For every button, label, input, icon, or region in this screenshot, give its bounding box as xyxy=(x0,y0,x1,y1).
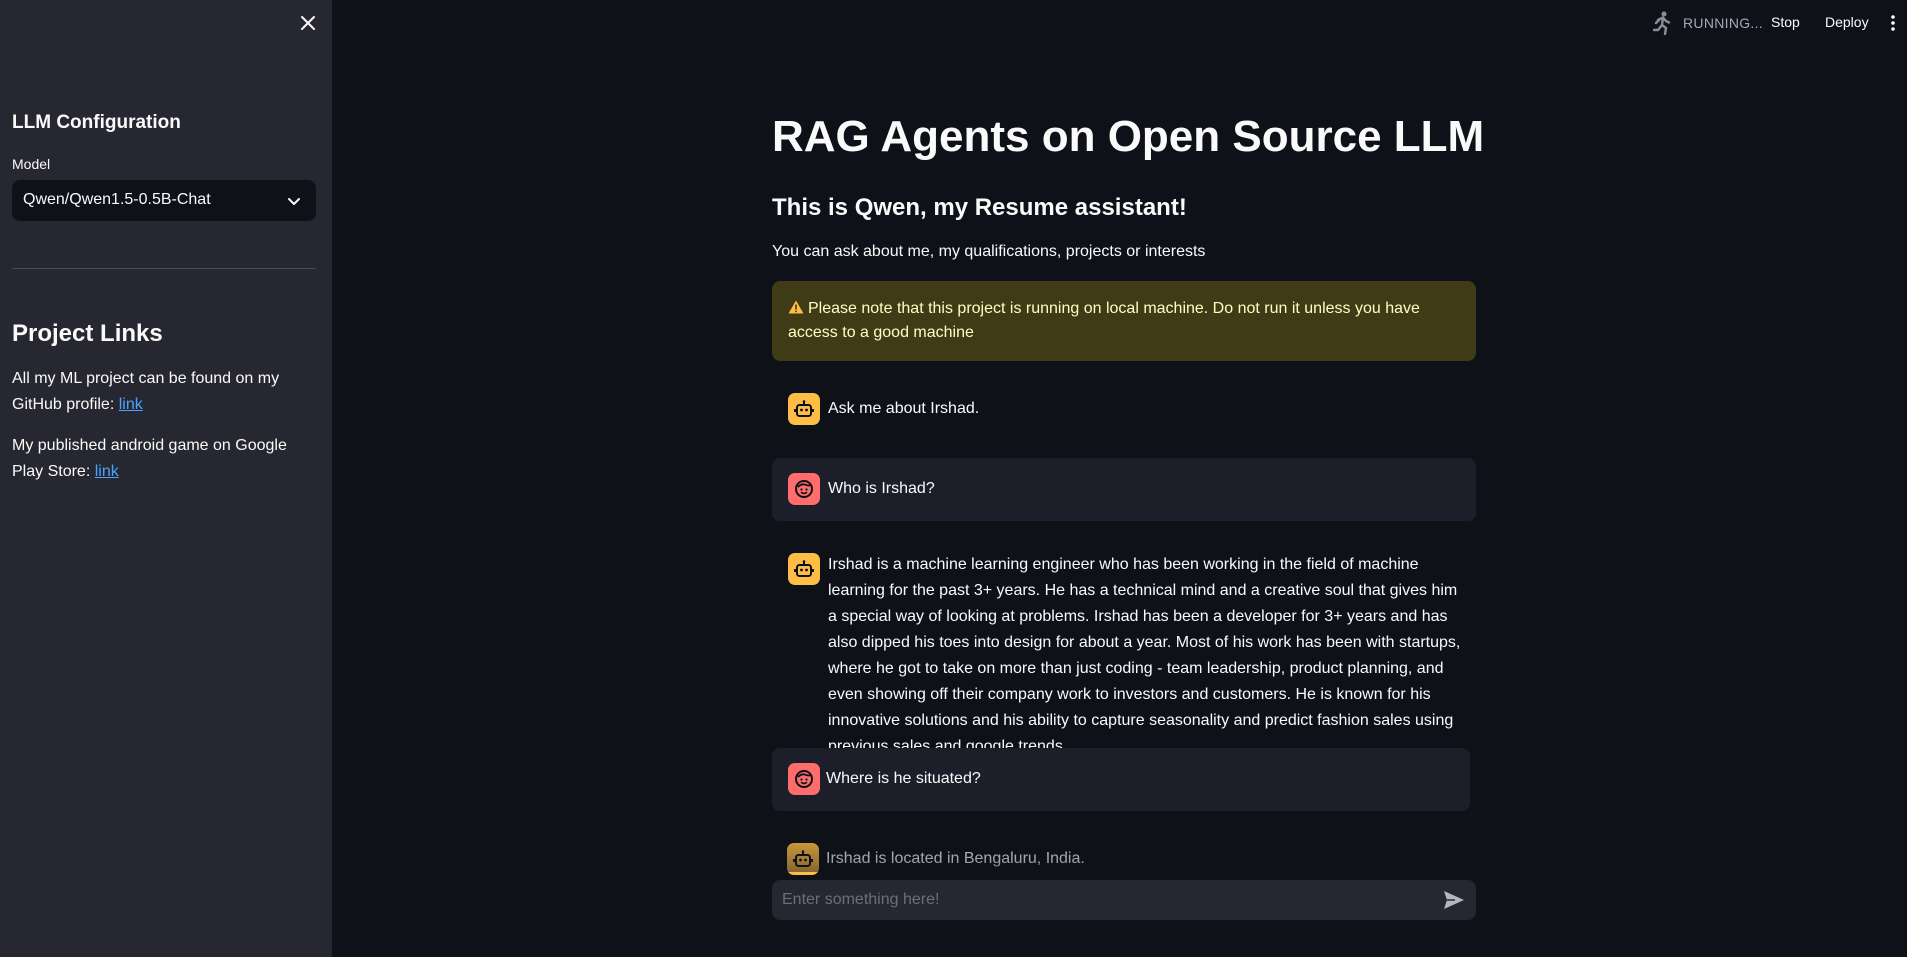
chevron-down-icon xyxy=(286,193,302,209)
model-label: Model xyxy=(12,156,51,172)
github-paragraph: All my ML project can be found on my Git… xyxy=(12,366,322,418)
model-select-value: Qwen/Qwen1.5-0.5B-Chat xyxy=(23,191,211,208)
page-subtitle: This is Qwen, my Resume assistant! xyxy=(772,194,1187,221)
warning-alert: Please note that this project is running… xyxy=(772,281,1476,361)
chat-message-assistant: Ask me about Irshad. xyxy=(772,378,1476,440)
chat-message-user: Where is he situated? xyxy=(772,748,1470,811)
github-text: All my ML project can be found on my Git… xyxy=(12,370,280,413)
face-icon xyxy=(788,763,820,795)
close-icon[interactable] xyxy=(298,13,318,33)
chat-message-assistant: Irshad is located in Bengaluru, India. xyxy=(772,828,1476,880)
kebab-menu-icon[interactable] xyxy=(1890,13,1896,33)
face-icon xyxy=(788,473,820,505)
send-icon[interactable] xyxy=(1442,889,1466,911)
message-text: Irshad is a machine learning engineer wh… xyxy=(828,556,1461,755)
model-select[interactable]: Qwen/Qwen1.5-0.5B-Chat xyxy=(12,180,316,221)
warning-icon xyxy=(788,298,804,314)
robot-icon xyxy=(788,553,820,585)
robot-icon xyxy=(788,393,820,425)
sidebar: LLM Configuration Model Qwen/Qwen1.5-0.5… xyxy=(0,0,332,957)
robot-icon xyxy=(787,843,819,875)
play-store-paragraph: My published android game on Google Play… xyxy=(12,433,322,485)
llm-config-heading: LLM Configuration xyxy=(12,112,181,133)
message-text: Ask me about Irshad. xyxy=(828,400,980,417)
stop-button[interactable]: Stop xyxy=(1771,14,1800,30)
chat-input[interactable] xyxy=(772,880,1422,920)
running-text: RUNNING... xyxy=(1683,15,1763,31)
play-store-text: My published android game on Google Play… xyxy=(12,437,287,480)
message-text: Who is Irshad? xyxy=(828,480,935,497)
running-status: RUNNING... xyxy=(1651,11,1763,36)
project-links-heading: Project Links xyxy=(12,320,163,347)
github-link[interactable]: link xyxy=(119,396,143,413)
page-title: RAG Agents on Open Source LLM xyxy=(772,112,1485,161)
warning-text: Please note that this project is running… xyxy=(788,300,1420,341)
message-text: Irshad is located in Bengaluru, India. xyxy=(826,850,1085,867)
message-text: Where is he situated? xyxy=(826,770,981,787)
deploy-button[interactable]: Deploy xyxy=(1825,14,1869,30)
play-store-link[interactable]: link xyxy=(95,463,119,480)
chat-message-assistant: Irshad is a machine learning engineer wh… xyxy=(772,538,1476,755)
chat-message-user: Who is Irshad? xyxy=(772,458,1476,521)
sidebar-divider xyxy=(12,268,316,269)
running-man-icon xyxy=(1651,11,1673,36)
chat-input-container xyxy=(772,880,1476,920)
intro-text: You can ask about me, my qualifications,… xyxy=(772,243,1206,260)
